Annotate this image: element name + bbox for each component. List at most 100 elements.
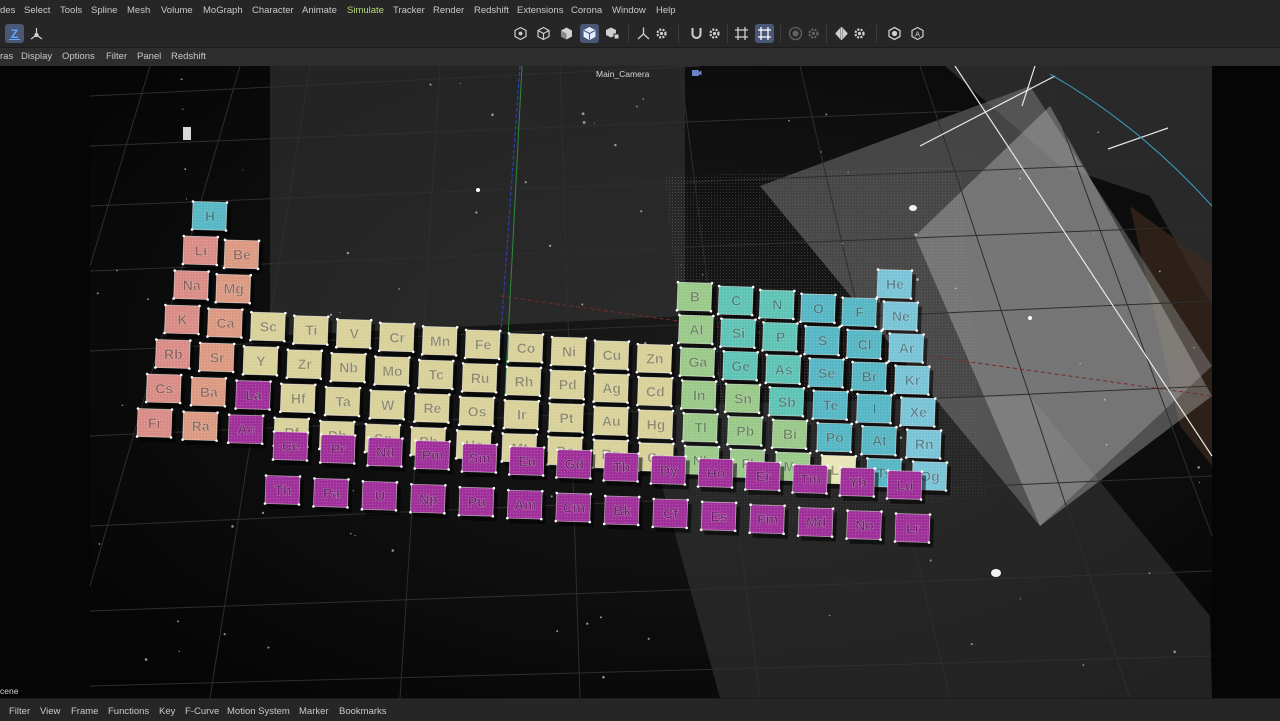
menu-window[interactable]: Window	[612, 5, 646, 16]
timeline-menu-marker[interactable]: Marker	[299, 706, 329, 717]
symmetry-icon[interactable]	[832, 24, 851, 43]
element-tile[interactable]: Ni	[549, 335, 590, 372]
element-tile[interactable]: Sb	[767, 385, 808, 422]
cylinder-object[interactable]	[183, 127, 191, 140]
element-tile[interactable]: Al	[677, 313, 718, 349]
element-tile[interactable]: Tc	[416, 358, 458, 394]
element-tile[interactable]: Kr	[893, 364, 934, 400]
element-tile[interactable]: Xe	[899, 396, 940, 432]
element-tile[interactable]: Ru	[460, 362, 502, 398]
viewport-menu-redshift[interactable]: Redshift	[171, 51, 206, 62]
element-tile[interactable]: In	[679, 379, 721, 415]
element-tile[interactable]: Fr	[135, 407, 176, 443]
gear-icon[interactable]	[804, 24, 823, 43]
element-tile[interactable]: Pb	[726, 415, 767, 451]
timeline-menu-filter[interactable]: Filter	[9, 706, 30, 717]
element-tile[interactable]: Th	[263, 474, 304, 510]
menu-mograph[interactable]: MoGraph	[203, 5, 243, 16]
element-tile[interactable]: Fm	[748, 503, 789, 539]
element-tile[interactable]: Es	[699, 500, 741, 536]
element-tile[interactable]: I	[855, 392, 896, 429]
element-tile[interactable]: Ar	[887, 332, 928, 368]
element-tile[interactable]: Mo	[373, 355, 414, 391]
element-tile[interactable]: Nd	[366, 436, 407, 472]
menu-mesh[interactable]: Mesh	[127, 5, 150, 16]
element-tile[interactable]: La	[234, 379, 275, 415]
element-tile[interactable]: Sm	[460, 442, 501, 478]
menu-simulate[interactable]: Simulate	[347, 5, 384, 16]
element-tile[interactable]: Nb	[329, 351, 370, 388]
element-tile[interactable]: Mn	[420, 325, 462, 361]
z-axis-icon[interactable]: Z	[5, 24, 24, 43]
element-tile[interactable]: Rn	[904, 428, 946, 464]
element-tile[interactable]: Y	[241, 345, 282, 381]
render-region-icon[interactable]	[786, 24, 805, 43]
element-tile[interactable]: Re	[413, 392, 454, 428]
element-tile[interactable]: Ca	[206, 307, 247, 343]
element-tile[interactable]: Cd	[636, 375, 677, 412]
element-tile[interactable]: Li	[181, 234, 222, 270]
element-tile[interactable]: Cu	[592, 339, 633, 375]
element-tile[interactable]: Cl	[845, 328, 886, 364]
element-tile[interactable]: Zn	[635, 342, 676, 379]
timeline-menu-fcurve[interactable]: F-Curve	[185, 706, 219, 717]
menu-tracker[interactable]: Tracker	[393, 5, 425, 16]
element-tile[interactable]: Ne	[881, 300, 922, 336]
timeline-menu-frame[interactable]: Frame	[71, 706, 98, 717]
element-tile[interactable]: Be	[222, 238, 264, 274]
text-icon[interactable]: A	[908, 24, 927, 43]
element-tile[interactable]: Ge	[721, 349, 762, 386]
timeline-menu-functions[interactable]: Functions	[108, 706, 149, 717]
menu-spline[interactable]: Spline	[91, 5, 117, 16]
element-tile[interactable]: Dy	[649, 454, 690, 490]
element-tile[interactable]: N	[758, 288, 799, 324]
camera-icon[interactable]	[691, 68, 702, 77]
grid-snap-icon[interactable]	[732, 24, 751, 43]
element-tile[interactable]: Rh	[504, 365, 545, 401]
element-tile[interactable]: Rb	[154, 338, 195, 374]
gear-icon[interactable]	[652, 24, 671, 43]
element-tile[interactable]: Pr	[318, 433, 360, 469]
element-tile[interactable]: Cm	[554, 491, 595, 528]
element-tile[interactable]: Md	[796, 506, 838, 542]
element-tile[interactable]: Cr	[377, 321, 419, 357]
element-tile[interactable]: Tm	[791, 463, 832, 499]
workplane-icon[interactable]	[885, 24, 904, 43]
element-tile[interactable]: C	[716, 284, 758, 321]
viewport-menu-options[interactable]: Options	[62, 51, 95, 62]
element-tile[interactable]: Mg	[214, 272, 255, 309]
element-tile[interactable]: Bi	[770, 418, 812, 454]
element-tile[interactable]: Se	[807, 357, 848, 393]
element-tile[interactable]: Eu	[507, 445, 549, 481]
element-tile[interactable]: H	[190, 200, 231, 236]
element-tile[interactable]: W	[368, 389, 409, 425]
element-tile[interactable]: F	[840, 296, 881, 332]
element-tile[interactable]: V	[334, 317, 376, 354]
element-tile[interactable]: Te	[811, 389, 852, 425]
element-tile[interactable]: Gd	[555, 448, 596, 484]
menu-tools[interactable]: Tools	[60, 5, 82, 16]
element-tile[interactable]: P	[761, 321, 802, 357]
element-tile[interactable]: Cf	[651, 497, 692, 533]
element-tile[interactable]: Po	[815, 421, 856, 457]
element-tile[interactable]: Ta	[323, 385, 364, 422]
element-tile[interactable]: Tb	[602, 451, 643, 487]
element-tile[interactable]: Ga	[678, 346, 719, 382]
cube-selected-icon[interactable]	[580, 24, 599, 43]
camera-label[interactable]: Main_Camera	[596, 69, 649, 79]
element-tile[interactable]: Na	[172, 269, 213, 305]
element-tile[interactable]: Ra	[181, 410, 222, 446]
element-tile[interactable]: Bk	[602, 494, 644, 530]
menu-volume[interactable]: Volume	[161, 5, 193, 16]
element-tile[interactable]: K	[163, 303, 204, 339]
viewport-menu-panel[interactable]: Panel	[137, 51, 161, 62]
element-tile[interactable]: Sc	[249, 310, 290, 347]
element-tile[interactable]: Er	[744, 460, 785, 496]
menu-corona[interactable]: Corona	[571, 5, 602, 16]
menu-animate[interactable]: Animate	[302, 5, 337, 16]
element-tile[interactable]: Ir	[502, 398, 543, 435]
null-object[interactable]	[476, 188, 480, 192]
menu-modes[interactable]: des	[0, 5, 15, 16]
element-tile[interactable]: Lu	[885, 469, 926, 505]
null-object[interactable]	[909, 205, 917, 211]
